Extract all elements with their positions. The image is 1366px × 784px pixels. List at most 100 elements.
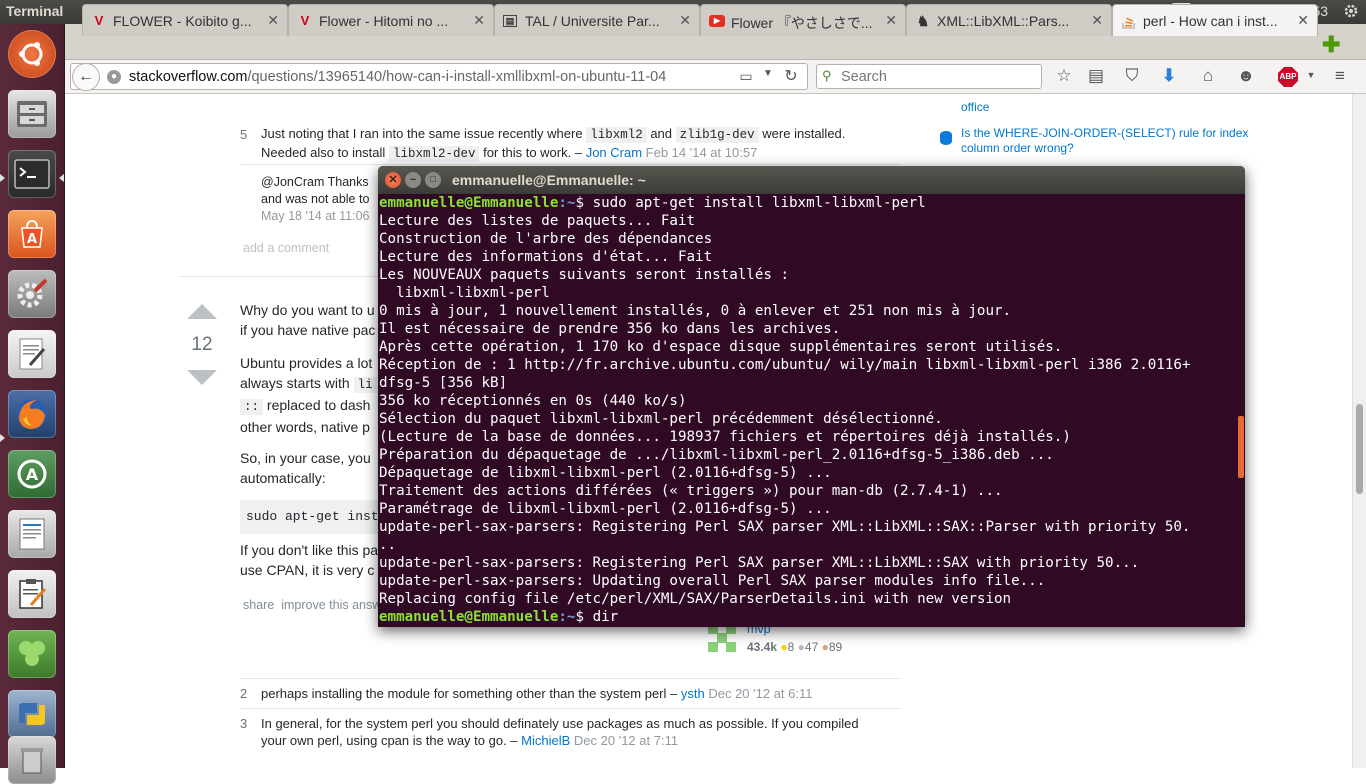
add-comment-link[interactable]: add a comment — [243, 241, 329, 255]
software-updater-icon[interactable]: A — [8, 450, 56, 498]
bronze-badge-count: 89 — [828, 640, 843, 654]
terminal-line: .. — [379, 537, 397, 553]
chevron-down-icon[interactable]: ▼ — [1300, 70, 1322, 80]
comment-date[interactable]: May 18 '14 at 11:06 — [261, 209, 369, 223]
back-arrow-icon[interactable]: ← — [72, 63, 100, 91]
home-icon[interactable]: ⌂ — [1197, 66, 1219, 86]
tab-xml-libxml[interactable]: ♞ XML::LibXML::Pars... ✕ — [906, 4, 1112, 36]
terminal-scrollbar[interactable] — [1237, 194, 1245, 627]
inline-code: li — [353, 377, 377, 393]
power-gear-icon[interactable] — [1343, 3, 1359, 22]
python-icon[interactable] — [8, 690, 56, 738]
terminal-line: (Lecture de la base de données... 198937… — [379, 429, 1071, 445]
pocket-icon[interactable]: ⛉ — [1121, 66, 1143, 86]
new-tab-plus-icon[interactable]: ✚ — [1322, 32, 1340, 58]
puzzle-game-icon[interactable] — [8, 630, 56, 678]
upvote-arrow-icon[interactable] — [187, 304, 217, 319]
files-icon[interactable] — [8, 90, 56, 138]
close-icon[interactable]: ✕ — [267, 12, 279, 29]
search-input[interactable]: ⚲ Search — [816, 64, 1042, 89]
system-settings-icon[interactable] — [8, 270, 56, 318]
text-editor-icon[interactable] — [8, 330, 56, 378]
terminal-titlebar[interactable]: ✕ − □ emmanuelle@Emmanuelle: ~ — [378, 166, 1245, 194]
share-link[interactable]: share — [243, 598, 274, 612]
adblock-plus-icon[interactable]: ABP — [1278, 67, 1298, 87]
terminal-scrollbar-thumb[interactable] — [1238, 416, 1244, 478]
trash-icon[interactable] — [8, 736, 56, 784]
terminal-line: Construction de l'arbre des dépendances — [379, 231, 713, 247]
minimize-icon[interactable]: − — [405, 172, 421, 188]
comment-user-link[interactable]: MichielB — [521, 733, 570, 748]
database-icon — [940, 131, 952, 145]
active-indicator — [59, 174, 64, 182]
chat-icon[interactable]: ☻ — [1235, 66, 1257, 86]
comment-text: for this to work. – — [483, 145, 583, 160]
close-icon[interactable]: ✕ — [1091, 12, 1103, 29]
tab-flower-youtube[interactable]: ▶ Flower 『やさしさで... ✕ — [700, 4, 906, 36]
sidebar-link[interactable]: Is the WHERE-JOIN-ORDER-(SELECT) rule fo… — [961, 126, 1251, 156]
comment-text: Just noting that I ran into the same iss… — [261, 126, 583, 141]
terminal-line: Lecture des informations d'état... Fait — [379, 249, 713, 265]
answer-text: replaced to dash — [266, 397, 371, 413]
close-icon[interactable]: ✕ — [679, 12, 691, 29]
url-bar[interactable]: ● stackoverflow.com/questions/13965140/h… — [70, 63, 808, 90]
comment-user-link[interactable]: Jon Cram — [586, 145, 642, 160]
close-icon[interactable]: ✕ — [385, 172, 401, 188]
prompt-path: :~ — [558, 609, 576, 625]
reading-list-icon[interactable]: ▤ — [1085, 66, 1107, 86]
comment-text: your own perl, using cpan is the way to … — [261, 733, 518, 748]
youtube-icon: ▶ — [709, 15, 725, 27]
terminal-icon[interactable] — [8, 150, 56, 198]
downvote-arrow-icon[interactable] — [187, 370, 217, 385]
downloads-arrow-icon[interactable]: ⬇ — [1158, 66, 1180, 86]
reader-view-icon[interactable]: ▭ — [735, 68, 757, 85]
software-center-icon[interactable]: A — [8, 210, 56, 258]
comment-user-link[interactable]: ysth — [681, 686, 705, 701]
unity-launcher: A A — [0, 24, 65, 784]
divider — [241, 708, 901, 709]
scrollbar-thumb[interactable] — [1356, 404, 1363, 494]
ubuntu-dash-icon[interactable] — [8, 30, 56, 78]
close-icon[interactable]: ✕ — [885, 12, 897, 29]
comment-date[interactable]: Feb 14 '14 at 10:57 — [646, 145, 758, 160]
page-scrollbar[interactable] — [1352, 94, 1366, 768]
gedit-icon[interactable] — [8, 570, 56, 618]
tab-label: perl - How can i inst... — [1143, 13, 1278, 29]
maximize-icon[interactable]: □ — [425, 172, 441, 188]
sidebar-link[interactable]: office — [961, 100, 989, 114]
terminal-line: Préparation du dépaquetage de .../libxml… — [379, 447, 1054, 463]
terminal-line: Lecture des listes de paquets... Fait — [379, 213, 696, 229]
tab-perl-how-can-i-install[interactable]: perl - How can i inst... ✕ — [1112, 4, 1318, 36]
tab-tal-universite[interactable]: ▤ TAL / Universite Par... ✕ — [494, 4, 700, 36]
terminal-title: emmanuelle@Emmanuelle: ~ — [452, 172, 646, 188]
terminal-line: Replacing config file /etc/perl/XML/SAX/… — [379, 591, 1012, 607]
libreoffice-writer-icon[interactable] — [8, 510, 56, 558]
terminal-output[interactable]: emmanuelle@Emmanuelle:~$ sudo apt-get in… — [379, 194, 1237, 627]
terminal-line: Traitement des actions différées (« trig… — [379, 483, 1003, 499]
svg-text:A: A — [26, 465, 39, 484]
terminal-line: Sélection du paquet libxml-libxml-perl p… — [379, 411, 943, 427]
globe-icon[interactable]: ● — [107, 70, 121, 84]
chevron-down-icon[interactable]: ▼ — [757, 68, 779, 79]
close-icon[interactable]: ✕ — [473, 12, 485, 29]
prompt-path: :~ — [558, 195, 576, 211]
close-icon[interactable]: ✕ — [1297, 12, 1309, 29]
hamburger-menu-icon[interactable]: ≡ — [1329, 66, 1351, 86]
firefox-icon[interactable] — [8, 390, 56, 438]
tab-flower-koibito[interactable]: V FLOWER - Koibito g... ✕ — [82, 4, 288, 36]
improve-answer-link[interactable]: improve this answ — [281, 598, 381, 612]
tab-flower-hitomi[interactable]: V Flower - Hitomi no ... ✕ — [288, 4, 494, 36]
comment-score: 3 — [240, 716, 248, 731]
answer-text: Ubuntu provides a lot — [240, 355, 373, 371]
bookmark-star-icon[interactable]: ☆ — [1053, 66, 1075, 86]
comment-score: 2 — [240, 686, 248, 701]
terminal-window[interactable]: ✕ − □ emmanuelle@Emmanuelle: ~ emmanuell… — [378, 166, 1245, 627]
comment-text: In general, for the system perl you shou… — [261, 716, 859, 731]
answer-paragraph: So, in your case, you automatically: — [240, 448, 371, 488]
search-icon: ⚲ — [822, 68, 832, 83]
comment-date[interactable]: Dec 20 '12 at 7:11 — [574, 733, 678, 748]
reload-icon[interactable]: ↻ — [780, 66, 802, 86]
comment-date[interactable]: Dec 20 '12 at 6:11 — [708, 686, 812, 701]
answer-text: If you don't like this pa — [240, 542, 379, 558]
answer-text: Why do you want to u — [240, 302, 375, 318]
